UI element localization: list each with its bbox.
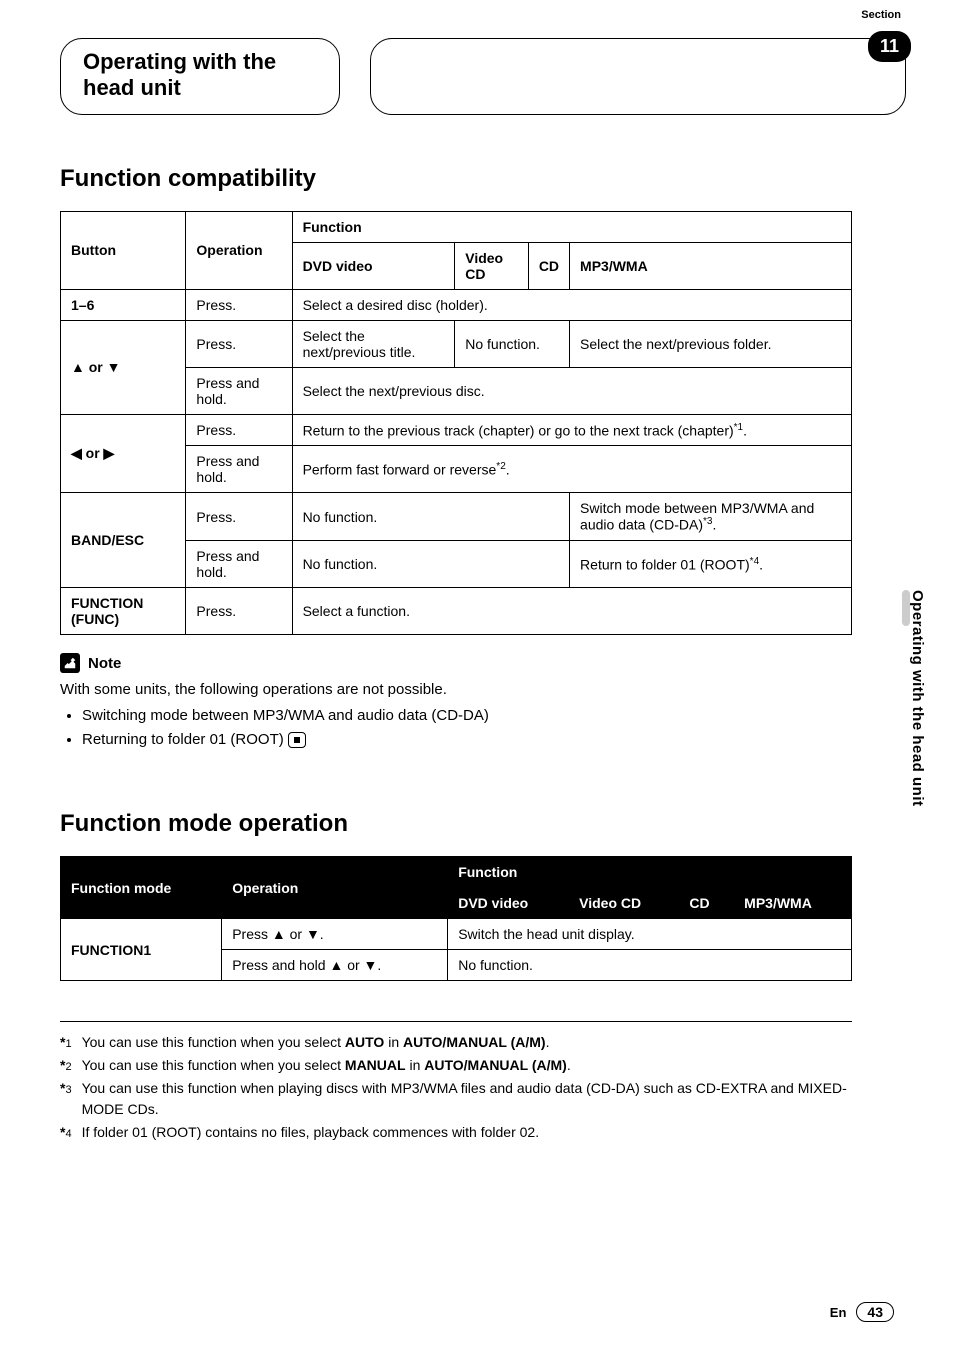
col-mode: Function mode [61,857,222,919]
language-code: En [830,1305,847,1320]
note-label: Note [88,655,121,672]
section-number-badge: 11 [868,31,911,62]
table-row: 1–6 Press. Select a desired disc (holder… [61,289,852,320]
table-row: FUNCTION (FUNC) Press. Select a function… [61,588,852,635]
footnote: *2 You can use this function when you se… [60,1055,852,1076]
col-operation: Operation [222,857,448,919]
section-heading-compatibility: Function compatibility [60,165,852,193]
col-cd: CD [528,242,569,289]
compatibility-table: Button Operation Function DVD video Vide… [60,211,852,635]
col-vcd: Video CD [455,242,529,289]
note-header: Note [60,653,852,673]
section-heading-mode: Function mode operation [60,810,852,838]
footnote: *3 You can use this function when playin… [60,1078,852,1120]
side-tab-label: Operating with the head unit [910,590,926,890]
col-function: Function [448,857,852,888]
note-icon [60,653,80,673]
table-row: FUNCTION1 Press ▲ or ▼. Switch the head … [61,919,852,950]
page-title-pill: Operating with the head unit [60,38,340,115]
list-item: Returning to folder 01 (ROOT) [82,729,500,751]
section-pill: Section 11 [370,38,906,115]
page-number: 43 [856,1302,894,1322]
page-header: Operating with the head unit Section 11 [60,38,906,115]
list-item: Switching mode between MP3/WMA and audio… [82,705,500,727]
footnotes: *1 You can use this function when you se… [60,1021,852,1143]
col-function: Function [292,211,851,242]
page-footer: En 43 [830,1302,894,1322]
col-cd: CD [679,888,734,919]
col-dvd: DVD video [292,242,455,289]
col-dvd: DVD video [448,888,569,919]
note-body: With some units, the following operation… [60,679,500,750]
section-label: Section [861,9,901,21]
col-operation: Operation [186,211,292,289]
table-row: ▲ or ▼ Press. Select the next/previous t… [61,320,852,367]
footnote: *1 You can use this function when you se… [60,1032,852,1053]
footnote: *4 If folder 01 (ROOT) contains no files… [60,1122,852,1143]
table-row: ◀ or ▶ Press. Return to the previous tra… [61,414,852,446]
col-button: Button [61,211,186,289]
col-mp3: MP3/WMA [570,242,852,289]
col-vcd: Video CD [569,888,679,919]
table-row: BAND/ESC Press. No function. Switch mode… [61,493,852,541]
mode-table: Function mode Operation Function DVD vid… [60,856,852,981]
col-mp3: MP3/WMA [734,888,852,919]
stop-icon [288,732,306,748]
